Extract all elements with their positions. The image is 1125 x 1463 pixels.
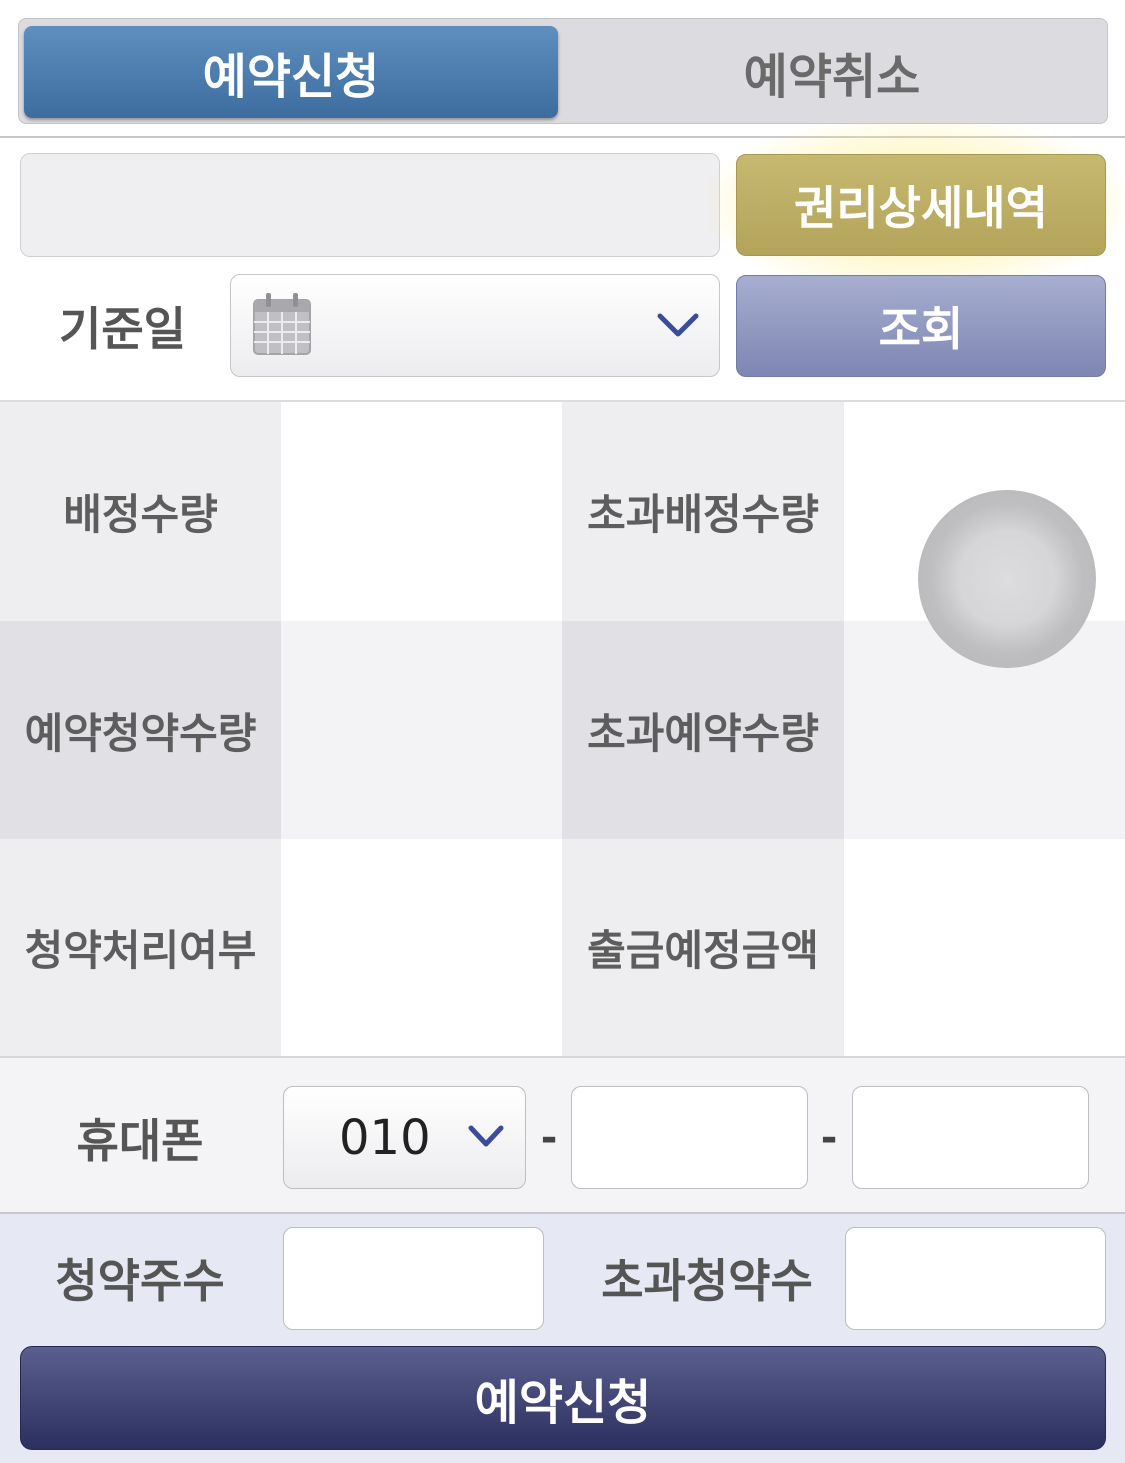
tab-reservation-cancel[interactable]: 예약취소 <box>560 26 1104 118</box>
reservation-submit-button[interactable]: 예약신청 <box>20 1346 1106 1450</box>
phone-dash-2: - <box>820 1115 838 1161</box>
allocated-qty-value <box>281 402 562 621</box>
account-field[interactable] <box>20 153 720 257</box>
excess-reserved-qty-label: 초과예약수량 <box>562 621 844 839</box>
excess-subscription-input[interactable] <box>845 1227 1106 1330</box>
subscription-status-label: 청약처리여부 <box>0 839 281 1056</box>
calendar-icon[interactable] <box>252 292 312 356</box>
phone-label: 휴대폰 <box>76 1114 204 1168</box>
subscription-shares-input[interactable] <box>283 1227 544 1330</box>
excess-allocated-qty-label: 초과배정수량 <box>562 402 844 621</box>
excess-subscription-label: 초과청약수 <box>601 1254 813 1308</box>
allocated-qty-label: 배정수량 <box>0 402 281 621</box>
phone-prefix-value: 010 <box>339 1109 431 1166</box>
phone-dash-1: - <box>540 1115 558 1161</box>
floating-assistive-touch[interactable] <box>918 490 1096 668</box>
base-date-label: 기준일 <box>59 302 186 356</box>
chevron-down-icon <box>657 313 699 337</box>
query-button[interactable]: 조회 <box>736 275 1106 377</box>
reserved-subscription-qty-label: 예약청약수량 <box>0 621 281 839</box>
subscription-status-value <box>281 839 562 1056</box>
rights-detail-button[interactable]: 권리상세내역 <box>736 154 1106 256</box>
phone-middle-input[interactable] <box>571 1086 808 1189</box>
tab-reservation-apply[interactable]: 예약신청 <box>24 26 558 118</box>
phone-last-input[interactable] <box>852 1086 1089 1189</box>
withdrawal-amount-label: 출금예정금액 <box>562 839 844 1056</box>
subscription-shares-label: 청약주수 <box>55 1254 225 1308</box>
withdrawal-amount-value <box>844 839 1125 1056</box>
chevron-down-icon <box>468 1125 504 1147</box>
reserved-subscription-qty-value <box>281 621 562 839</box>
